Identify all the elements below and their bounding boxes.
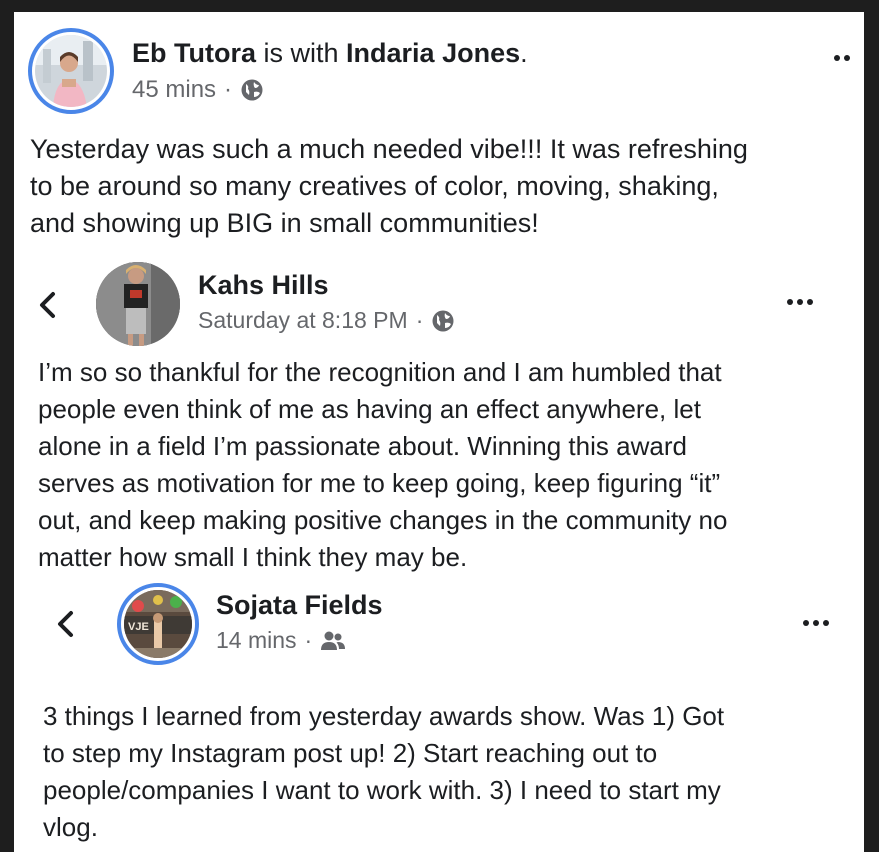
shared1-author-name[interactable]: Kahs Hills xyxy=(198,270,329,301)
more-dots-icon[interactable] xyxy=(787,299,813,305)
globe-icon[interactable] xyxy=(240,78,264,102)
shared2-body-line: 3 things I learned from yesterday awards… xyxy=(43,701,725,731)
meta-separator: · xyxy=(224,76,233,103)
shared2-timestamp[interactable]: 14 mins xyxy=(216,627,297,654)
chevron-left-icon[interactable] xyxy=(54,610,76,638)
chevron-left-icon[interactable] xyxy=(36,291,58,319)
header-period: . xyxy=(520,38,528,68)
post-body-line: and showing up BIG in small communities! xyxy=(30,208,539,238)
post-body: Yesterday was such a much needed vibe!!!… xyxy=(30,131,864,242)
shared1-body-line: serves as motivation for me to keep goin… xyxy=(38,468,721,498)
shared2-meta: 14 mins · xyxy=(216,627,346,654)
kahs-hills-avatar[interactable] xyxy=(96,262,180,346)
more-dots-icon[interactable] xyxy=(803,620,829,626)
post-author-name[interactable]: Eb Tutora xyxy=(132,38,256,68)
post-body-line: Yesterday was such a much needed vibe!!!… xyxy=(30,134,748,164)
shared1-body-line: out, and keep making positive changes in… xyxy=(38,505,728,535)
shared2-body-line: to step my Instagram post up! 2) Start r… xyxy=(43,738,658,768)
friends-icon[interactable] xyxy=(320,630,346,652)
avatar-sign-text: VJE xyxy=(128,621,149,633)
shared1-body-line: I’m so so thankful for the recognition a… xyxy=(38,357,722,387)
globe-icon[interactable] xyxy=(431,309,455,333)
tagged-person-name[interactable]: Indaria Jones xyxy=(346,38,520,68)
shared1-body-line: alone in a field I’m passionate about. W… xyxy=(38,431,687,461)
sojata-fields-avatar[interactable]: VJE xyxy=(117,583,199,665)
shared1-body-line: matter how small I think they may be. xyxy=(38,542,468,572)
post-meta: 45 mins · xyxy=(132,76,264,104)
post-screenshot: Eb Tutora is with Indaria Jones. 45 mins… xyxy=(14,12,864,852)
shared1-body: I’m so so thankful for the recognition a… xyxy=(38,354,858,576)
shared1-body-line: people even think of me as having an eff… xyxy=(38,394,701,424)
shared1-meta: Saturday at 8:18 PM · xyxy=(198,307,455,334)
meta-separator: · xyxy=(415,307,424,333)
post-header-line: Eb Tutora is with Indaria Jones. xyxy=(132,38,528,69)
more-dots-icon[interactable] xyxy=(834,55,850,61)
post-timestamp[interactable]: 45 mins xyxy=(132,76,216,104)
with-text: is with xyxy=(263,38,339,68)
shared2-body: 3 things I learned from yesterday awards… xyxy=(43,698,858,846)
shared2-author-name[interactable]: Sojata Fields xyxy=(216,590,383,621)
shared2-body-line: people/companies I want to work with. 3)… xyxy=(43,775,721,805)
shared2-body-line: vlog. xyxy=(43,812,98,842)
shared1-timestamp[interactable]: Saturday at 8:18 PM xyxy=(198,307,408,334)
post-body-line: to be around so many creatives of color,… xyxy=(30,171,719,201)
eb-tutora-avatar[interactable] xyxy=(28,28,114,114)
meta-separator: · xyxy=(304,627,313,653)
